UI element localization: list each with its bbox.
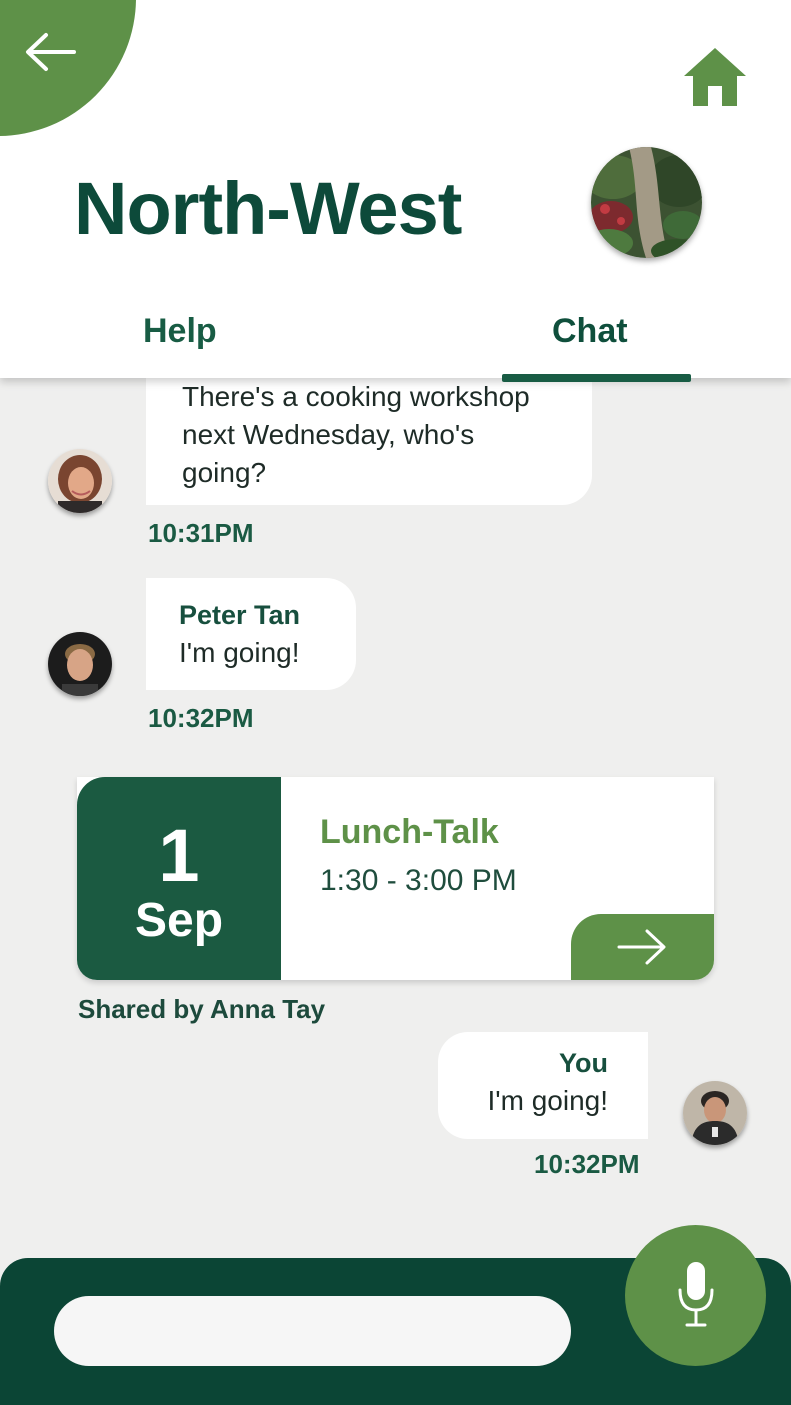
event-month: Sep (134, 894, 224, 947)
home-button[interactable] (682, 46, 748, 108)
message-time: 10:31PM (148, 518, 254, 548)
group-photo (591, 147, 702, 258)
message-time: 10:32PM (148, 703, 254, 733)
message-input[interactable] (54, 1296, 571, 1366)
chat-area[interactable]: There's a cooking workshop next Wednesda… (0, 358, 791, 1258)
message-text: There's a cooking workshop next Wednesda… (182, 381, 530, 488)
message-text: I'm going! (487, 1085, 608, 1116)
avatar[interactable] (48, 449, 112, 513)
message-text: I'm going! (179, 637, 300, 668)
home-icon (684, 48, 746, 106)
page-title: North-West (74, 167, 462, 250)
event-title: Lunch-Talk (320, 813, 499, 851)
mic-button[interactable] (625, 1225, 766, 1366)
arrow-left-icon (26, 33, 76, 71)
header: North-West Help Chat (0, 0, 791, 382)
event-shared-by: Shared by Anna Tay (78, 994, 326, 1024)
event-card[interactable]: 1 Sep Lunch-Talk 1:30 - 3:00 PM (77, 777, 714, 980)
avatar[interactable] (48, 632, 112, 696)
tab-help[interactable]: Help (143, 312, 217, 351)
message-time: 10:32PM (534, 1149, 640, 1179)
event-time: 1:30 - 3:00 PM (320, 864, 517, 897)
event-date-block: 1 Sep (77, 777, 281, 980)
arrow-right-icon (617, 929, 666, 965)
message-sender: Peter Tan (179, 600, 301, 630)
message-bubble: Peter Tan I'm going! (146, 578, 356, 690)
avatar[interactable] (683, 1081, 747, 1145)
back-button[interactable] (0, 0, 136, 136)
tab-chat[interactable]: Chat (552, 312, 628, 351)
message-sender: You (559, 1048, 608, 1078)
microphone-icon (678, 1262, 714, 1327)
event-day: 1 (158, 814, 200, 897)
event-open-button[interactable] (571, 914, 714, 980)
message-bubble: You I'm going! (438, 1032, 648, 1139)
active-tab-indicator (502, 374, 691, 382)
